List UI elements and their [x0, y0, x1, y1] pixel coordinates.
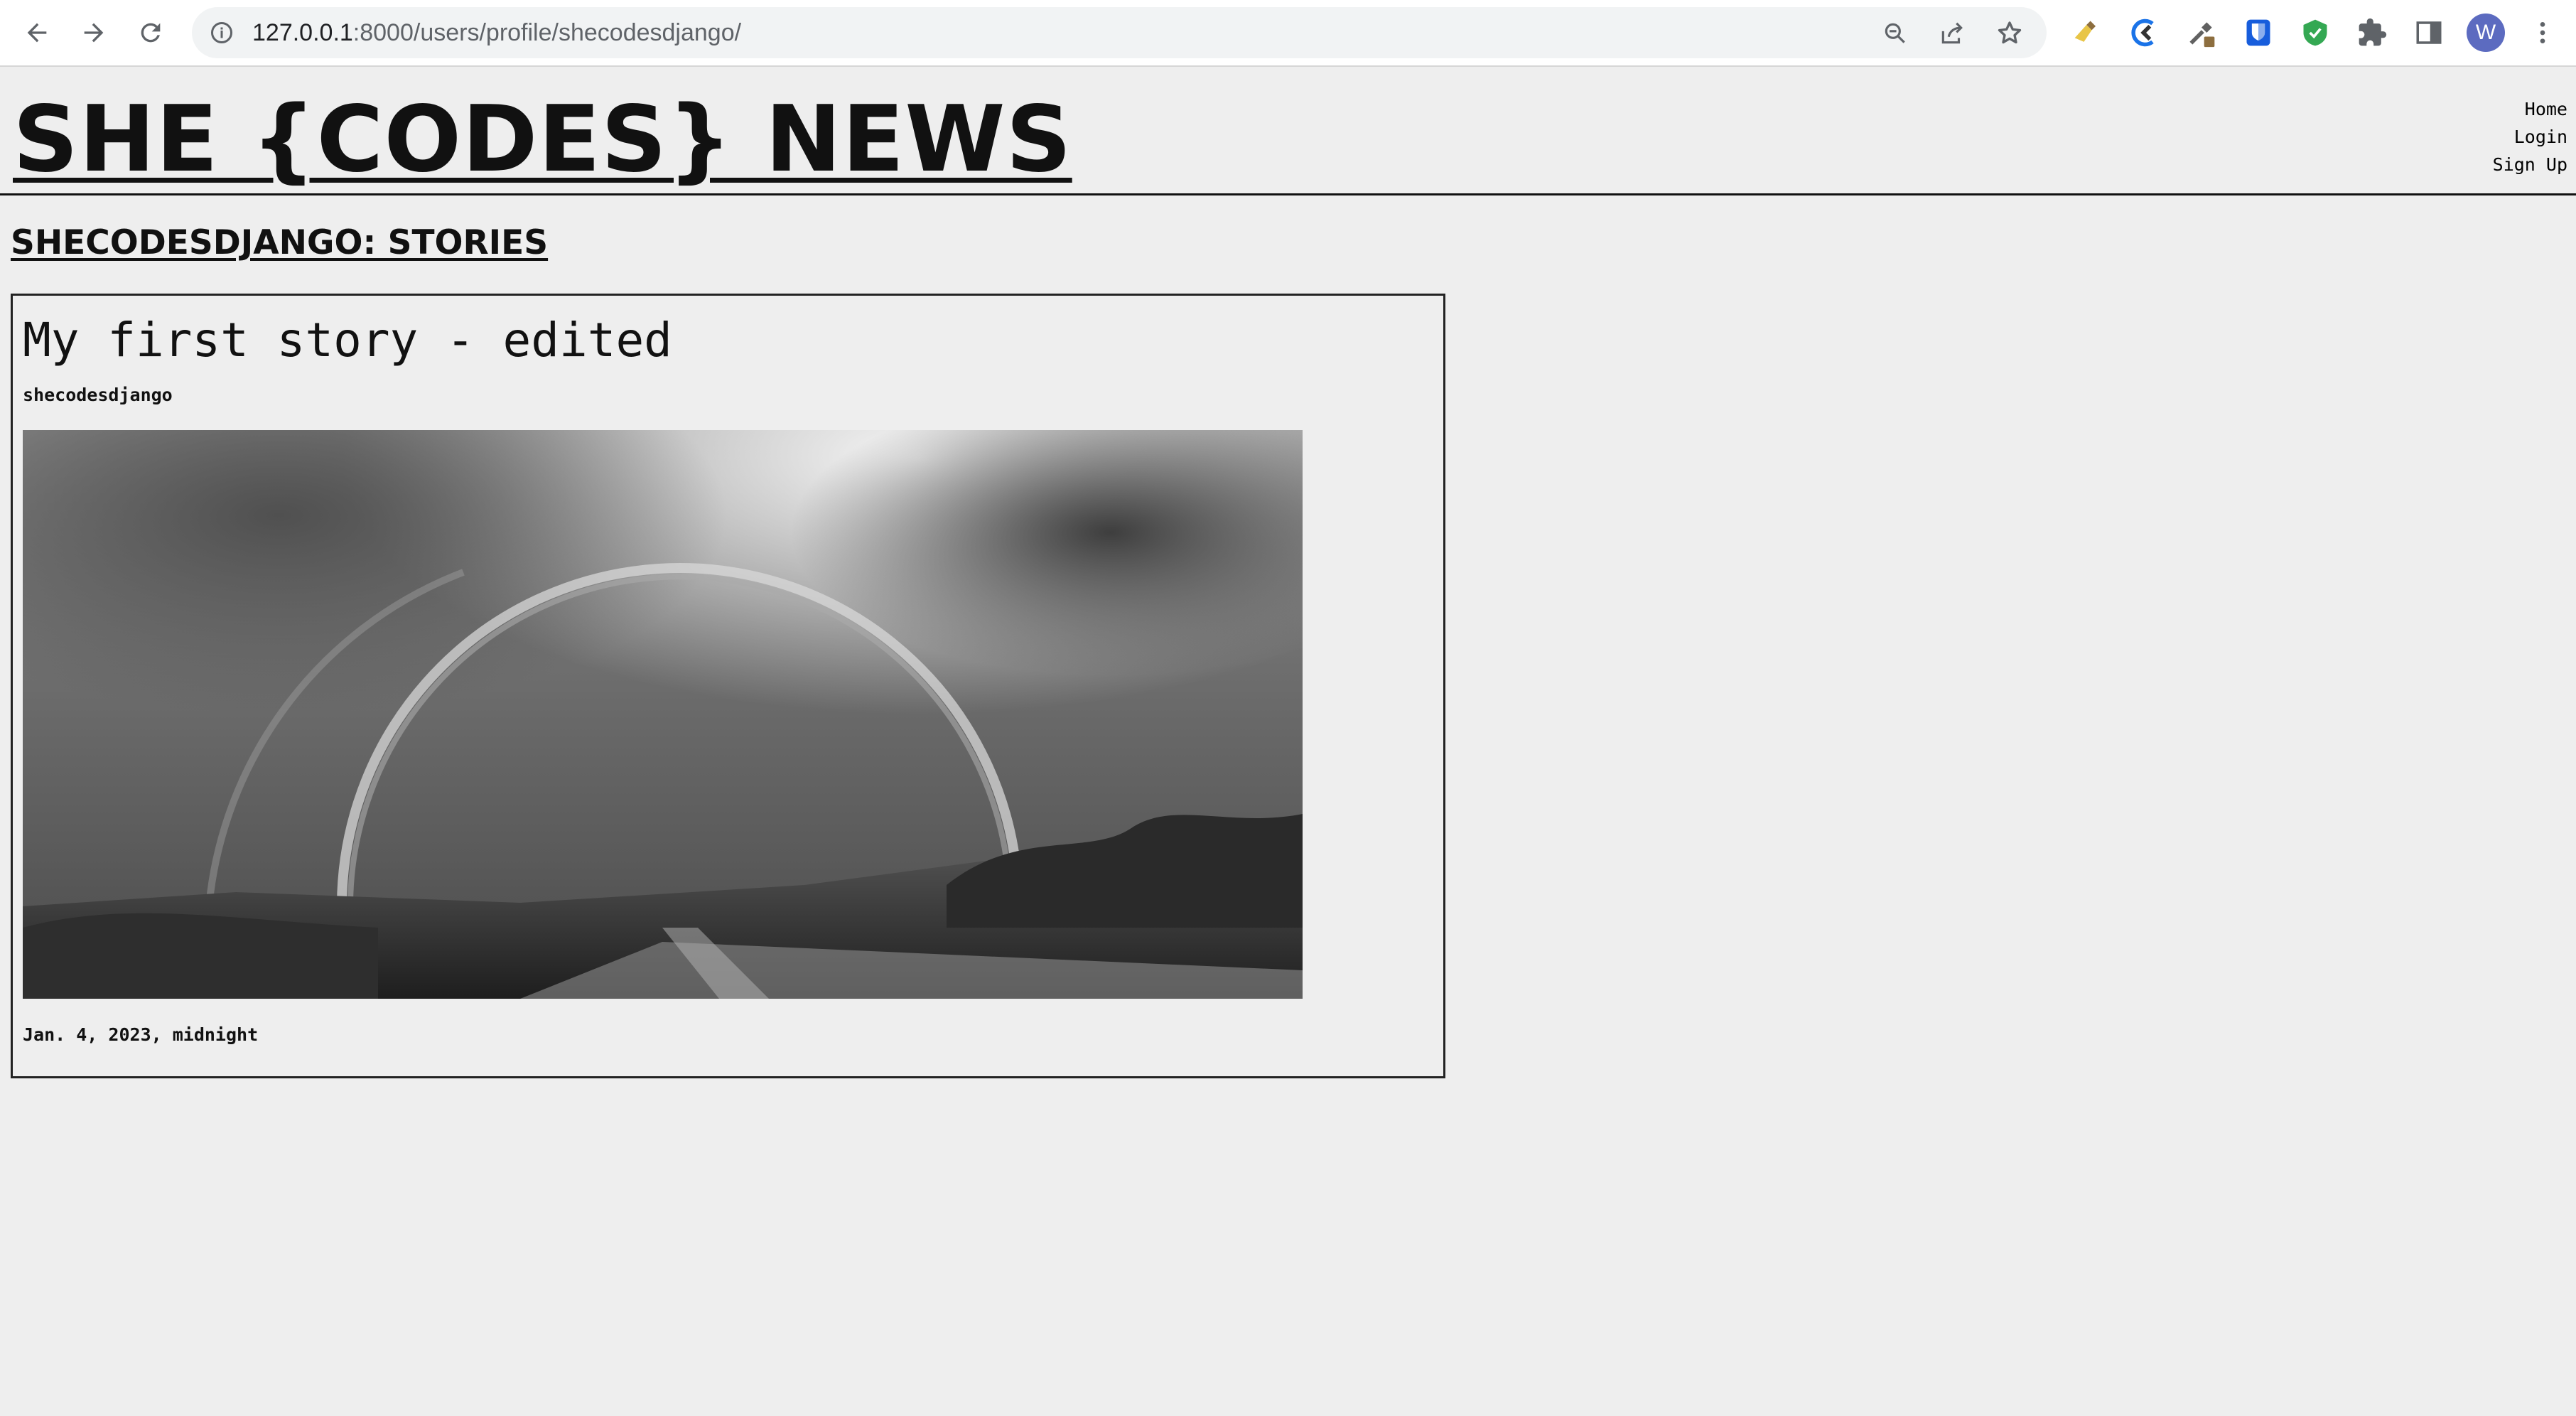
more-vertical-icon	[2540, 22, 2545, 43]
back-arrow-icon	[27, 23, 47, 43]
profile-avatar-button[interactable]: W	[2466, 13, 2506, 53]
forward-button[interactable]	[74, 13, 114, 53]
green-shield-icon	[2303, 19, 2327, 46]
avatar-initial: W	[2475, 21, 2496, 44]
site-header: SHE {CODES} NEWS Home Login Sign Up	[0, 65, 2576, 195]
site-title-link[interactable]: SHE {CODES} NEWS	[13, 87, 1072, 193]
extension-bitwarden-button[interactable]	[2238, 13, 2278, 53]
nav-login-link[interactable]: Login	[2493, 123, 2567, 151]
story-date: Jan. 4, 2023, midnight	[23, 1024, 259, 1045]
browser-menu-button[interactable]	[2523, 13, 2562, 53]
story-image	[23, 430, 1303, 999]
forward-arrow-icon	[84, 23, 104, 43]
avatar: W	[2467, 14, 2505, 52]
rainbow-photo	[23, 430, 1303, 999]
extension-dropper-button[interactable]	[2182, 13, 2221, 53]
extension-k-button[interactable]	[2125, 13, 2165, 53]
zoom-icon[interactable]	[1882, 20, 1909, 47]
header-divider	[0, 193, 2576, 195]
story-title[interactable]: My first story - edited	[23, 309, 672, 372]
story-card[interactable]: My first story - edited shecodesdjango J…	[11, 294, 1445, 1078]
side-panel-icon	[2416, 21, 2442, 44]
nav-home-link[interactable]: Home	[2493, 95, 2567, 123]
profile-stories-heading: SHECODESDJANGO: STORIES	[11, 223, 549, 262]
reload-button[interactable]	[131, 13, 171, 53]
broom-icon	[2074, 21, 2096, 42]
extension-shield-button[interactable]	[2295, 13, 2335, 53]
nav-signup-link[interactable]: Sign Up	[2493, 151, 2567, 178]
top-nav: Home Login Sign Up	[2493, 95, 2567, 178]
extension-broom-button[interactable]	[2068, 13, 2108, 53]
extensions-button[interactable]	[2352, 13, 2392, 53]
site-info-icon[interactable]	[209, 20, 235, 45]
browser-toolbar: 127.0.0.1:8000/users/profile/shecodesdja…	[0, 0, 2576, 67]
url-path: :8000/users/profile/shecodesdjango/	[352, 19, 742, 46]
eyedropper-icon	[2189, 22, 2215, 48]
side-panel-button[interactable]	[2409, 13, 2449, 53]
url-text[interactable]: 127.0.0.1:8000/users/profile/shecodesdja…	[252, 7, 741, 58]
bookmark-star-icon[interactable]	[1995, 19, 2024, 48]
story-author: shecodesdjango	[23, 385, 173, 405]
bitwarden-shield-icon	[2246, 19, 2270, 46]
share-icon[interactable]	[1939, 20, 1966, 47]
puzzle-piece-icon	[2359, 18, 2387, 46]
url-host: 127.0.0.1	[252, 19, 353, 46]
reload-icon	[141, 23, 161, 43]
k-logo-icon	[2131, 18, 2154, 47]
back-button[interactable]	[17, 13, 57, 53]
address-bar[interactable]: 127.0.0.1:8000/users/profile/shecodesdja…	[192, 7, 2047, 58]
